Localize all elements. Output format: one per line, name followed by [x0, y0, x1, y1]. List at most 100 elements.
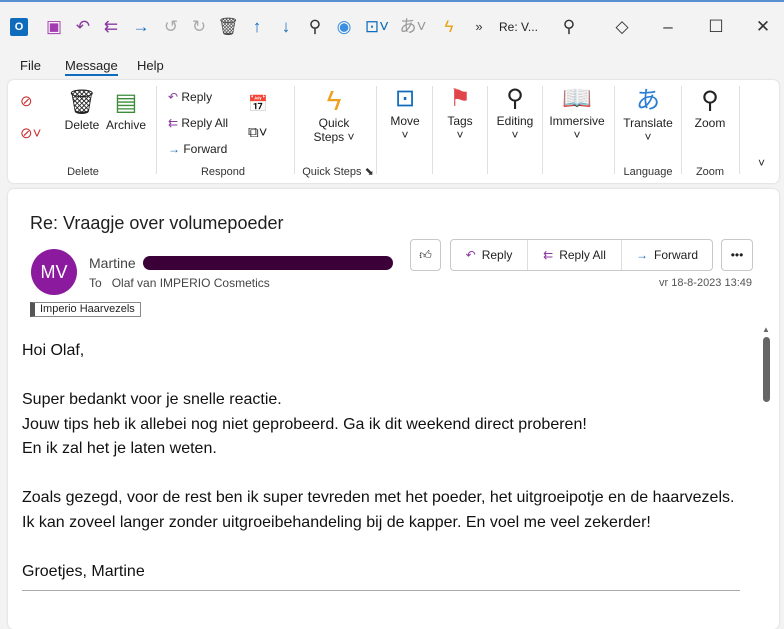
separator — [487, 86, 488, 174]
search-icon[interactable]: ⚲ — [558, 16, 580, 38]
maximize-icon[interactable]: ☐ — [705, 16, 727, 38]
save-icon[interactable]: ▣ — [43, 16, 65, 38]
message-date: vr 18-8-2023 13:49 — [659, 277, 752, 289]
more-icon: ••• — [730, 248, 744, 262]
separator — [294, 86, 295, 174]
zoom-button[interactable]: ⚲ Zoom — [688, 86, 732, 130]
zoom-icon: ⚲ — [701, 87, 719, 114]
redaction-bar — [143, 256, 393, 270]
move-button[interactable]: ⊡ Move ˅ — [383, 84, 427, 142]
separator — [739, 86, 740, 174]
more-commands-icon[interactable]: » — [468, 16, 490, 38]
reply-icon: ↶ — [465, 248, 476, 262]
reading-pane: Re: Vraagje over volumepoeder MV Martine… — [8, 189, 779, 629]
group-label-quick-steps: Quick Steps ⬊ — [302, 166, 374, 178]
group-label-respond: Respond — [200, 166, 246, 178]
forward-button[interactable]: → Forward — [168, 142, 227, 156]
trash-icon: 🗑 — [66, 89, 98, 116]
separator — [376, 86, 377, 174]
window-title: Re: V... — [499, 20, 538, 34]
meeting-reply-icon[interactable]: 📅 — [248, 94, 268, 114]
reply-all-button[interactable]: ⇇ Reply All — [168, 116, 228, 130]
block-sender-icon[interactable]: ⊘˅ — [20, 124, 41, 142]
group-label-language: Language — [623, 166, 673, 178]
group-label-zoom: Zoom — [695, 166, 725, 178]
quick-steps-button[interactable]: ϟ Quick Steps ˅ — [306, 85, 362, 145]
translate-button[interactable]: あ Translate ˅ — [620, 86, 676, 144]
move-folder-icon: ⊡ — [394, 85, 416, 112]
scroll-up-icon[interactable]: ▲ — [762, 325, 770, 334]
forward-icon: → — [635, 248, 648, 262]
delete-button[interactable]: 🗑 Delete — [62, 88, 102, 132]
previous-item-icon[interactable]: ↑ — [246, 16, 268, 38]
more-actions-button[interactable]: ••• — [721, 239, 753, 271]
collapse-ribbon-icon[interactable]: ˅ — [758, 156, 765, 170]
reply-all-button[interactable]: ⇇ Reply All — [528, 240, 622, 270]
archive-icon: ▤ — [114, 89, 138, 116]
reply-button[interactable]: ↶ Reply — [168, 90, 212, 104]
more-respond-icon[interactable]: ⧉˅ — [248, 124, 267, 141]
undo-icon[interactable]: ↺ — [160, 16, 182, 38]
editing-button[interactable]: ⚲ Editing ˅ — [492, 84, 538, 142]
body-line — [22, 462, 742, 487]
reply-all-icon: ⇇ — [168, 116, 182, 130]
tab-file[interactable]: File — [20, 58, 41, 73]
reply-button[interactable]: ↶ Reply — [451, 240, 528, 270]
immersive-reader-button[interactable]: 📖 Immersive ˅ — [546, 84, 608, 142]
separator — [681, 86, 682, 174]
archive-button[interactable]: ▤ Archive — [104, 88, 148, 132]
reply-icon: ↶ — [168, 90, 182, 104]
search-icon: ⚲ — [506, 85, 524, 112]
body-line: En ik zal het je laten weten. — [22, 440, 217, 457]
tags-button[interactable]: ⚑ Tags ˅ — [438, 84, 482, 142]
body-line: Super bedankt voor je snelle reactie. — [22, 391, 282, 408]
redo-icon[interactable]: ↻ — [188, 16, 210, 38]
search-icon[interactable]: ⚲ — [304, 16, 326, 38]
message-body: Hoi Olaf, Super bedankt voor je snelle r… — [22, 339, 742, 591]
body-line — [22, 364, 742, 389]
reply-icon[interactable]: ↶ — [72, 16, 94, 38]
forward-button[interactable]: → Forward — [622, 240, 712, 270]
diamond-icon[interactable]: ◇ — [611, 16, 633, 38]
ribbon: ⊘ ⊘˅ 🗑 Delete ▤ Archive Delete ↶ Reply ⇇ R… — [8, 80, 779, 183]
message-subject: Re: Vraagje over volumepoeder — [30, 213, 284, 233]
recipient[interactable]: Olaf van IMPERIO Cosmetics — [112, 276, 270, 290]
body-line: Groetjes, Martine — [22, 562, 145, 580]
like-button[interactable]: 👍︎ — [410, 239, 441, 271]
separator — [542, 86, 543, 174]
avatar: MV — [31, 249, 77, 295]
forward-icon[interactable]: → — [130, 16, 152, 38]
tab-help[interactable]: Help — [137, 58, 164, 73]
scrollbar-thumb[interactable] — [763, 337, 770, 402]
flag-icon: ⚑ — [449, 85, 471, 112]
sender-name[interactable]: Martine — [89, 255, 136, 271]
reply-all-icon: ⇇ — [543, 248, 554, 262]
ignore-icon[interactable]: ⊘ — [20, 92, 33, 110]
next-item-icon[interactable]: ↓ — [275, 16, 297, 38]
separator — [432, 86, 433, 174]
category-tag[interactable]: Imperio Haarvezels — [30, 302, 141, 317]
reply-all-icon[interactable]: ⇇ — [100, 16, 122, 38]
close-icon[interactable]: ✕ — [752, 16, 774, 38]
separator — [614, 86, 615, 174]
lightning-icon: ϟ — [326, 85, 342, 116]
recipient-line: To Olaf van IMPERIO Cosmetics — [89, 276, 270, 290]
move-to-folder-icon[interactable]: ⊡˅ — [362, 16, 392, 38]
minimize-icon[interactable]: – — [657, 16, 679, 38]
circle-icon[interactable]: ◉ — [333, 16, 355, 38]
response-buttons: ↶ Reply ⇇ Reply All → Forward — [450, 239, 713, 271]
body-line: Zoals gezegd, voor de rest ben ik super … — [22, 489, 735, 531]
delete-icon[interactable]: 🗑 — [217, 16, 239, 38]
outlook-logo-icon: O — [10, 18, 28, 36]
immersive-reader-icon: 📖 — [562, 85, 592, 112]
translate-icon[interactable]: あ˅ — [398, 16, 428, 38]
top-border — [0, 0, 784, 2]
body-line — [22, 535, 742, 560]
quick-steps-icon[interactable]: ϟ — [438, 16, 460, 38]
signature-divider — [22, 590, 740, 591]
active-tab-underline — [65, 74, 118, 76]
tab-message[interactable]: Message — [65, 58, 118, 73]
forward-icon: → — [168, 142, 184, 156]
body-line: Hoi Olaf, — [22, 342, 85, 359]
thumbs-up-icon: 👍︎ — [419, 247, 432, 262]
